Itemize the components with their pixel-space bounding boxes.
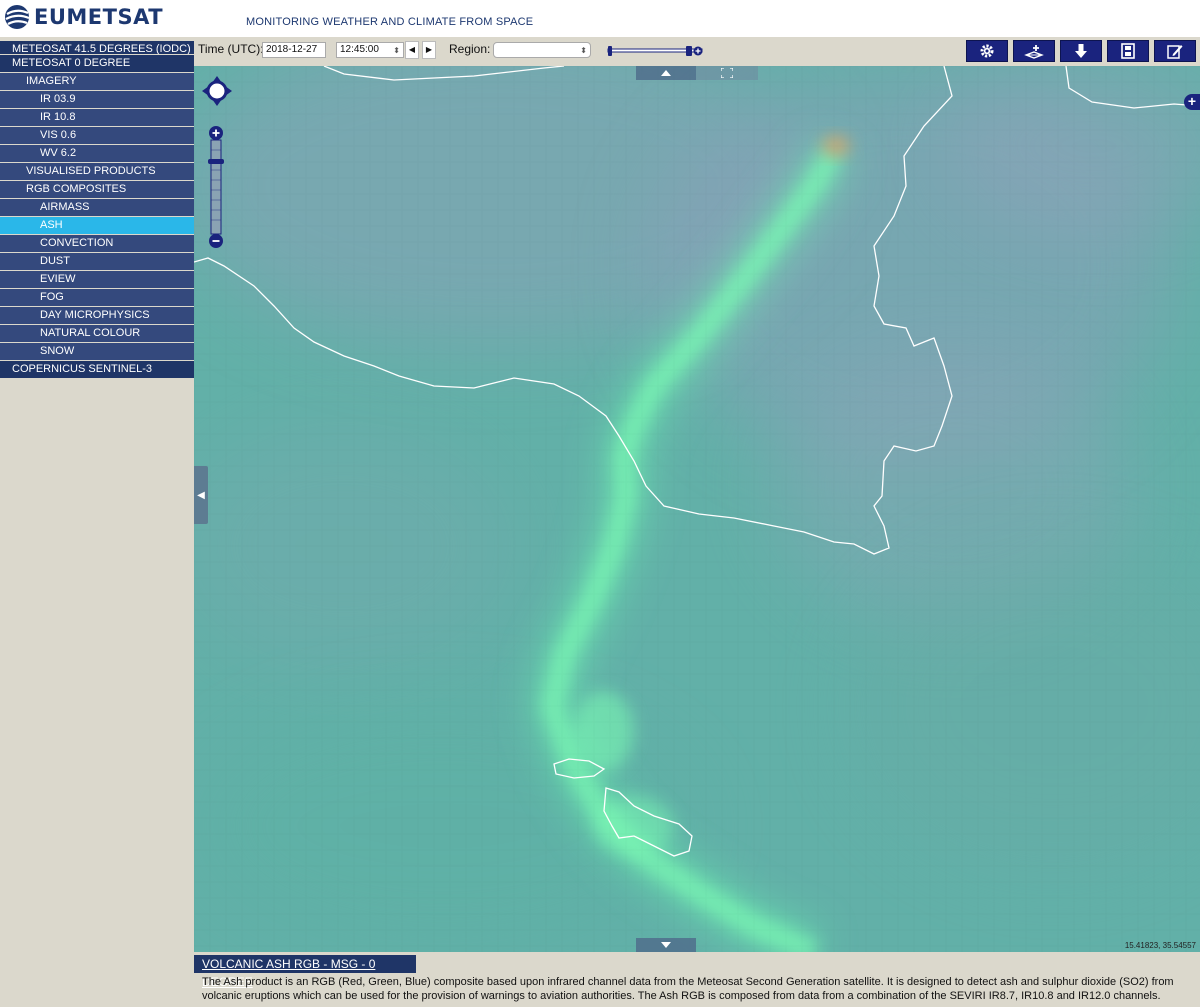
tagline: MONITORING WEATHER AND CLIMATE FROM SPAC…: [246, 16, 534, 28]
edit-button[interactable]: [1154, 40, 1196, 62]
sidebar-item-meteosat-41-5-degrees-iodc[interactable]: METEOSAT 41.5 DEGREES (IODC): [0, 37, 194, 54]
product-title[interactable]: VOLCANIC ASH RGB - MSG - 0 DEGREE: [194, 955, 416, 989]
film-icon: [1121, 43, 1135, 59]
add-layer-button[interactable]: [1013, 40, 1055, 62]
sidebar-item-airmass[interactable]: AIRMASS: [0, 199, 194, 216]
time-label: Time (UTC):: [198, 42, 264, 56]
settings-button[interactable]: [966, 40, 1008, 62]
edit-icon: [1167, 45, 1183, 59]
prev-time-button[interactable]: ◀: [405, 41, 419, 59]
sidebar-item-vis-0-6[interactable]: VIS 0.6: [0, 127, 194, 144]
sidebar-item-wv-6-2[interactable]: WV 6.2: [0, 145, 194, 162]
pan-down-button[interactable]: [636, 938, 696, 952]
pan-control[interactable]: [202, 76, 232, 106]
sidebar-item-visualised-products[interactable]: VISUALISED PRODUCTS: [0, 163, 194, 180]
sidebar-item-ir-03-9[interactable]: IR 03.9: [0, 91, 194, 108]
fullscreen-button[interactable]: [696, 66, 758, 80]
next-time-button[interactable]: ▶: [422, 41, 436, 59]
sidebar-item-fog[interactable]: FOG: [0, 289, 194, 306]
satellite-image[interactable]: [194, 66, 1200, 952]
download-icon: [1075, 44, 1087, 58]
download-button[interactable]: [1060, 40, 1102, 62]
sidebar-item-eview[interactable]: EVIEW: [0, 271, 194, 288]
time-value: 12:45:00: [340, 44, 379, 55]
sidebar: METEOSAT 41.5 DEGREES (IODC) METEOSAT 0 D…: [0, 37, 194, 1007]
triangle-right-icon: ▶: [425, 45, 433, 54]
date-input[interactable]: 2018-12-27: [262, 42, 326, 58]
eumetsat-logo[interactable]: EUMETSAT: [4, 4, 163, 30]
map-viewport[interactable]: ◀ + 15.41823, 35.54557: [194, 66, 1200, 952]
sidebar-item-ir-10-8[interactable]: IR 10.8: [0, 109, 194, 126]
header: EUMETSAT MONITORING WEATHER AND CLIMATE …: [0, 0, 1200, 37]
sidebar-item-snow[interactable]: SNOW: [0, 343, 194, 360]
sidebar-item-convection[interactable]: CONVECTION: [0, 235, 194, 252]
sidebar-item-ash[interactable]: ASH: [0, 217, 194, 234]
info-panel: VOLCANIC ASH RGB - MSG - 0 DEGREE The As…: [194, 952, 1200, 1007]
layer-switcher-button[interactable]: +: [1184, 94, 1200, 110]
collapse-sidebar-button[interactable]: ◀: [194, 466, 208, 524]
chevron-up-icon: [661, 70, 671, 76]
sidebar-item-rgb-composites[interactable]: RGB COMPOSITES: [0, 181, 194, 198]
animation-button[interactable]: [1107, 40, 1149, 62]
sidebar-item-dust[interactable]: DUST: [0, 253, 194, 270]
product-description: The Ash product is an RGB (Red, Green, B…: [202, 976, 1174, 1002]
opacity-slider[interactable]: [606, 45, 704, 57]
spinner-icon: ⬍: [393, 46, 400, 55]
mouse-coordinates: 15.41823, 35.54557: [1124, 941, 1196, 950]
sidebar-item-copernicus-sentinel-3[interactable]: COPERNICUS SENTINEL-3: [0, 361, 194, 378]
triangle-left-icon: ◀: [408, 45, 416, 54]
sidebar-item-imagery[interactable]: IMAGERY: [0, 73, 194, 90]
pan-up-button[interactable]: [636, 66, 696, 80]
globe-logo-icon: [5, 5, 30, 29]
region-label: Region:: [449, 42, 491, 56]
triangle-left-icon: ◀: [197, 489, 205, 501]
sidebar-item-natural-colour[interactable]: NATURAL COLOUR: [0, 325, 194, 342]
chevron-down-icon: [661, 942, 671, 948]
region-select[interactable]: ⬍: [493, 42, 591, 58]
add-layer-icon: [1024, 45, 1044, 59]
fullscreen-icon: [721, 68, 733, 78]
zoom-control[interactable]: [208, 126, 224, 248]
sidebar-item-day-microphysics[interactable]: DAY MICROPHYSICS: [0, 307, 194, 324]
settings-icon: [980, 44, 994, 58]
logo-text: EUMETSAT: [34, 5, 164, 29]
plus-icon: +: [1187, 93, 1197, 109]
toolbar: Time (UTC): 2018-12-27 12:45:00 ⬍ ◀ ▶ Re…: [194, 37, 1200, 66]
sidebar-item-meteosat-0-degree[interactable]: METEOSAT 0 DEGREE: [0, 55, 194, 72]
time-select[interactable]: 12:45:00 ⬍: [336, 42, 404, 58]
chevron-down-icon: ⬍: [580, 46, 587, 55]
